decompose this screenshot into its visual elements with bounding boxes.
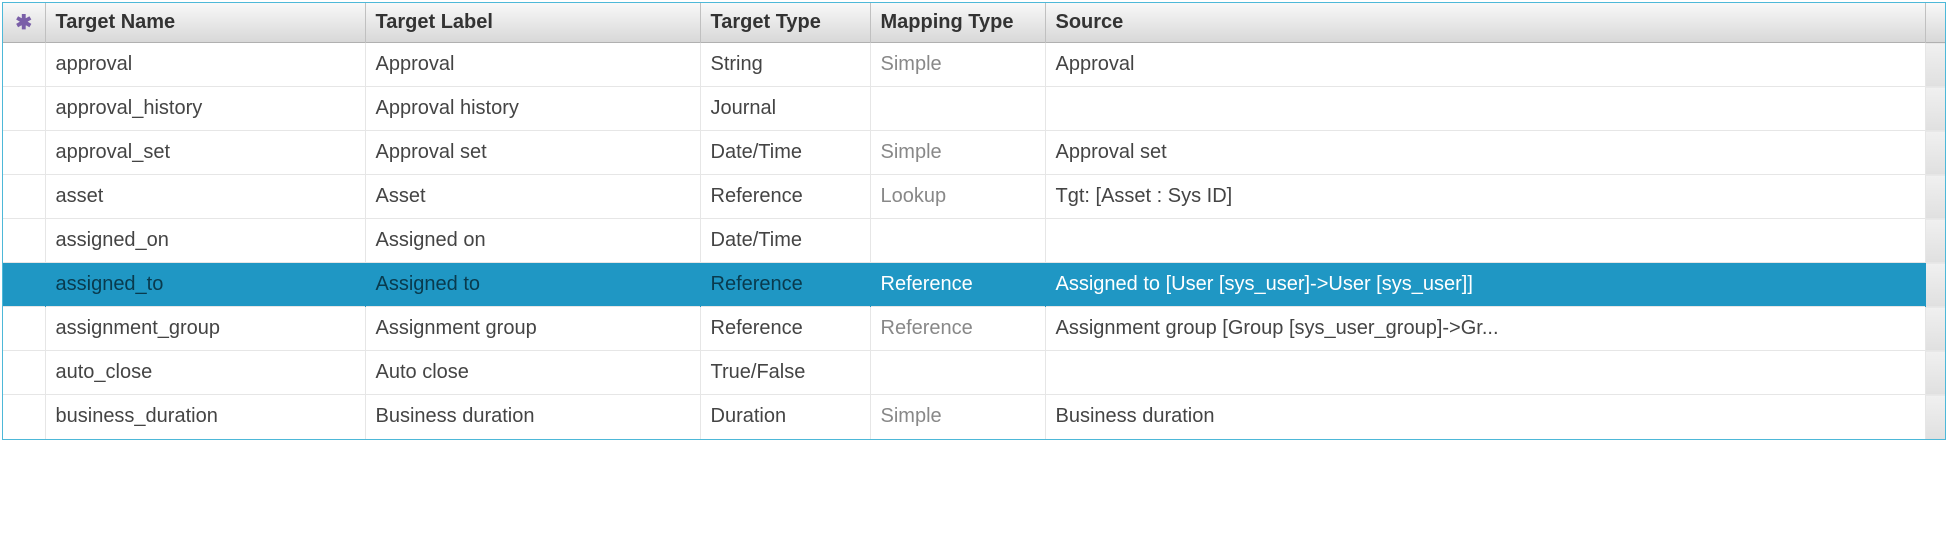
cell-target-label: Assigned to [365,263,700,307]
cell-target-label: Approval [365,43,700,87]
scroll-gutter-cell [1925,351,1945,395]
header-target-name[interactable]: Target Name [45,3,365,43]
cell-target-name: approval_history [45,87,365,131]
cell-target-type: True/False [700,351,870,395]
mapping-table-container: ✱ Target Name Target Label Target Type M… [2,2,1946,440]
cell-source [1045,219,1925,263]
cell-mapping-type [870,351,1045,395]
cell-target-name: assigned_on [45,219,365,263]
cell-target-label: Assigned on [365,219,700,263]
cell-target-label: Approval history [365,87,700,131]
header-source[interactable]: Source [1045,3,1925,43]
cell-target-name: assigned_to [45,263,365,307]
table-row[interactable]: approval_setApproval setDate/TimeSimpleA… [3,131,1945,175]
cell-target-name: asset [45,175,365,219]
table-header-row: ✱ Target Name Target Label Target Type M… [3,3,1945,43]
cell-target-name: auto_close [45,351,365,395]
cell-target-label: Auto close [365,351,700,395]
cell-target-label: Approval set [365,131,700,175]
scroll-gutter-cell [1925,131,1945,175]
row-icon-cell [3,395,45,439]
cell-source: Business duration [1045,395,1925,439]
cell-target-type: Reference [700,175,870,219]
cell-target-type: Reference [700,307,870,351]
cell-target-type: Date/Time [700,131,870,175]
header-icon-cell[interactable]: ✱ [3,3,45,43]
table-row[interactable]: business_durationBusiness durationDurati… [3,395,1945,439]
cell-source: Assignment group [Group [sys_user_group]… [1045,307,1925,351]
cell-target-type: Duration [700,395,870,439]
header-target-label[interactable]: Target Label [365,3,700,43]
table-row[interactable]: assignment_groupAssignment groupReferenc… [3,307,1945,351]
cell-target-name: approval [45,43,365,87]
row-icon-cell [3,175,45,219]
mapping-table: ✱ Target Name Target Label Target Type M… [3,3,1945,439]
scroll-gutter-cell [1925,175,1945,219]
cell-source [1045,351,1925,395]
cell-source: Assigned to [User [sys_user]->User [sys_… [1045,263,1925,307]
cell-mapping-type [870,87,1045,131]
cell-target-name: assignment_group [45,307,365,351]
table-row[interactable]: assigned_toAssigned toReferenceReference… [3,263,1945,307]
table-row[interactable]: approvalApprovalStringSimpleApproval [3,43,1945,87]
cell-target-type: String [700,43,870,87]
table-row[interactable]: assigned_onAssigned onDate/Time [3,219,1945,263]
cell-mapping-type [870,219,1045,263]
cell-source: Tgt: [Asset : Sys ID] [1045,175,1925,219]
asterisk-icon: ✱ [15,14,33,32]
table-row[interactable]: auto_closeAuto closeTrue/False [3,351,1945,395]
cell-mapping-type: Simple [870,131,1045,175]
scroll-gutter-cell [1925,263,1945,307]
cell-mapping-type: Reference [870,263,1045,307]
row-icon-cell [3,43,45,87]
row-icon-cell [3,87,45,131]
cell-mapping-type: Simple [870,395,1045,439]
row-icon-cell [3,307,45,351]
cell-mapping-type: Reference [870,307,1045,351]
scroll-gutter-cell [1925,87,1945,131]
row-icon-cell [3,351,45,395]
cell-target-type: Date/Time [700,219,870,263]
cell-target-label: Asset [365,175,700,219]
cell-source: Approval set [1045,131,1925,175]
scroll-gutter-cell [1925,395,1945,439]
row-icon-cell [3,263,45,307]
header-scroll-gutter [1925,3,1945,43]
row-icon-cell [3,131,45,175]
table-row[interactable]: approval_historyApproval historyJournal [3,87,1945,131]
cell-source [1045,87,1925,131]
cell-target-label: Business duration [365,395,700,439]
table-row[interactable]: assetAssetReferenceLookupTgt: [Asset : S… [3,175,1945,219]
header-target-type[interactable]: Target Type [700,3,870,43]
cell-mapping-type: Lookup [870,175,1045,219]
header-mapping-type[interactable]: Mapping Type [870,3,1045,43]
scroll-gutter-cell [1925,307,1945,351]
table-body: approvalApprovalStringSimpleApprovalappr… [3,43,1945,439]
cell-mapping-type: Simple [870,43,1045,87]
cell-target-type: Journal [700,87,870,131]
cell-source: Approval [1045,43,1925,87]
cell-target-name: business_duration [45,395,365,439]
cell-target-type: Reference [700,263,870,307]
cell-target-label: Assignment group [365,307,700,351]
scroll-gutter-cell [1925,43,1945,87]
row-icon-cell [3,219,45,263]
scroll-gutter-cell [1925,219,1945,263]
cell-target-name: approval_set [45,131,365,175]
